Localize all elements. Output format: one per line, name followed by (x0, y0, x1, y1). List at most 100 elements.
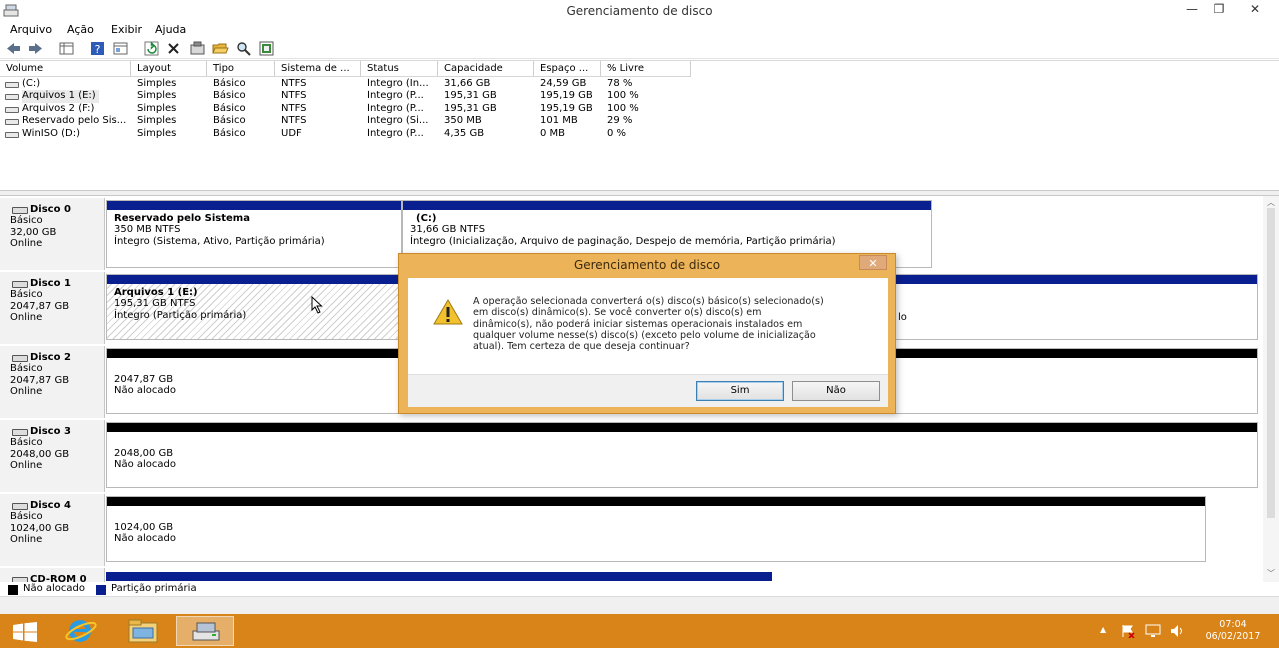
partition-status: Não alocado (114, 459, 177, 471)
action-center-flag-icon[interactable] (1120, 624, 1136, 638)
column-header-livre[interactable]: % Livre (601, 61, 691, 77)
table-row[interactable]: Arquivos 1 (E:) Simples Básico NTFS Ínte… (0, 90, 1279, 103)
disk-info[interactable]: Disco 4 Básico 1024,00 GB Online (0, 494, 105, 566)
settings-icon[interactable] (189, 40, 206, 57)
confirm-dialog: Gerenciamento de disco ✕ A operação sele… (398, 253, 896, 414)
taskbar-disk-management-button[interactable] (176, 616, 234, 646)
menu-arquivo[interactable]: Arquivo (10, 23, 52, 36)
legend-label-unallocated: Não alocado (23, 583, 86, 594)
menu-bar: Arquivo Ação Exibir Ajuda (0, 22, 1279, 38)
legend-swatch-unallocated (8, 585, 18, 595)
column-header-tipo[interactable]: Tipo (207, 61, 275, 77)
disk-info[interactable]: Disco 3 Básico 2048,00 GB Online (0, 420, 105, 492)
open-folder-icon[interactable] (212, 40, 229, 57)
maximize-button[interactable]: ❐ (1210, 2, 1228, 20)
taskbar: ▲ 07:04 06/02/2017 (0, 614, 1279, 648)
partition-cdrom[interactable] (106, 572, 772, 582)
cell-layout: Simples (137, 115, 177, 126)
minimize-button[interactable]: — (1183, 2, 1201, 20)
svg-text:?: ? (95, 43, 101, 56)
close-button[interactable]: ✕ (1236, 2, 1274, 20)
dialog-message-line: dinâmico(s), não poderá iniciar sistemas… (473, 318, 803, 330)
export-icon[interactable] (258, 40, 275, 57)
partition-color-bar (107, 497, 1205, 506)
delete-icon[interactable] (165, 40, 182, 57)
cell-sistema: NTFS (281, 90, 307, 101)
cell-sistema: NTFS (281, 115, 307, 126)
column-header-espaco[interactable]: Espaço ... (534, 61, 601, 77)
disk-management-icon (192, 622, 220, 641)
internet-explorer-icon[interactable] (64, 617, 98, 645)
legend: Não alocado Partição primária (0, 582, 1279, 596)
forward-arrow-icon[interactable] (27, 40, 44, 57)
legend-label-primary: Partição primária (111, 583, 197, 594)
cell-capacidade: 350 MB (444, 115, 482, 126)
tray-overflow-icon[interactable]: ▲ (1100, 625, 1106, 634)
column-header-layout[interactable]: Layout (131, 61, 207, 77)
dialog-close-button[interactable]: ✕ (859, 255, 887, 270)
disk-name: Disco 0 (10, 204, 104, 215)
partition-unallocated[interactable]: 2048,00 GB Não alocado (106, 422, 1258, 488)
no-button[interactable]: Não (792, 381, 880, 401)
network-icon[interactable] (1145, 624, 1163, 638)
file-explorer-icon[interactable] (126, 617, 160, 645)
cell-status: Íntegro (P... (367, 128, 424, 139)
scroll-up-icon[interactable]: ︿ (1267, 197, 1275, 208)
clock[interactable]: 07:04 06/02/2017 (1198, 619, 1268, 643)
partition-color-bar (403, 201, 931, 210)
partition-title: (C:) (416, 213, 437, 224)
partition-unallocated[interactable]: 1024,00 GB Não alocado (106, 496, 1206, 562)
disk-row-cdrom[interactable]: CD-ROM 0 (0, 568, 1262, 582)
disk-info[interactable]: Disco 0 Básico 32,00 GB Online (0, 198, 105, 270)
partition-arquivos-1[interactable]: Arquivos 1 (E:) 195,31 GB NTFS Íntegro (… (106, 274, 402, 340)
cell-volume: Arquivos 1 (E:) (22, 90, 99, 103)
partition-text-fragment: lo (898, 312, 907, 323)
disk-state: Online (10, 385, 43, 397)
table-row[interactable]: WinISO (D:) Simples Básico UDF Íntegro (… (0, 128, 1279, 141)
cell-tipo: Básico (213, 90, 246, 101)
dialog-title: Gerenciamento de disco (573, 258, 721, 272)
column-header-volume[interactable]: Volume (0, 61, 131, 77)
back-arrow-icon[interactable] (5, 40, 22, 57)
scrollbar-thumb[interactable] (1267, 208, 1275, 518)
menu-ajuda[interactable]: Ajuda (155, 23, 186, 36)
toolbar: ? (0, 38, 1279, 59)
disk-info[interactable]: Disco 1 Básico 2047,87 GB Online (0, 272, 105, 344)
partition-status: Íntegro (Partição primária) (114, 309, 247, 321)
cell-capacidade: 195,31 GB (444, 90, 497, 101)
status-bar (0, 596, 1279, 614)
cell-espaco: 101 MB (540, 115, 578, 126)
column-header-status[interactable]: Status (361, 61, 438, 77)
cell-tipo: Básico (213, 128, 246, 139)
partition-size: 2048,00 GB (114, 448, 174, 459)
cell-sistema: UDF (281, 128, 302, 139)
disk-state: Online (10, 311, 43, 323)
volume-icon[interactable] (1170, 624, 1186, 638)
partition-reserved[interactable]: Reservado pelo Sistema 350 MB NTFS Ínteg… (106, 200, 402, 268)
search-icon[interactable] (235, 40, 252, 57)
table-row[interactable]: Reservado pelo Sis... Simples Básico NTF… (0, 115, 1279, 128)
disk-info[interactable]: Disco 2 Básico 2047,87 GB Online (0, 346, 105, 418)
column-header-sistema[interactable]: Sistema de ... (275, 61, 361, 77)
properties-icon[interactable] (112, 40, 129, 57)
column-header-capacidade[interactable]: Capacidade (438, 61, 534, 77)
start-icon[interactable] (12, 622, 38, 642)
partition-color-bar (107, 201, 401, 210)
menu-acao[interactable]: Ação (67, 23, 94, 36)
partition-color-bar (107, 275, 401, 284)
cell-status: Íntegro (P... (367, 90, 424, 101)
menu-exibir[interactable]: Exibir (111, 23, 142, 36)
yes-button[interactable]: Sim (696, 381, 784, 401)
refresh-icon[interactable] (143, 40, 160, 57)
scroll-down-icon[interactable]: ﹀ (1267, 568, 1275, 579)
volume-list: Volume Layout Tipo Sistema de ... Status… (0, 60, 1279, 190)
console-tree-icon[interactable] (58, 40, 75, 57)
disk-row-4[interactable]: Disco 4 Básico 1024,00 GB Online 1024,00… (0, 494, 1262, 566)
cell-status: Íntegro (Si... (367, 115, 429, 126)
dialog-message: A operação selecionada converterá o(s) d… (473, 296, 873, 352)
partition-size: 1024,00 GB (114, 522, 174, 533)
disk-map-scrollbar[interactable]: ︿ ﹀ (1263, 196, 1279, 582)
help-icon[interactable]: ? (89, 40, 106, 57)
disk-info[interactable]: CD-ROM 0 (0, 568, 105, 582)
disk-row-3[interactable]: Disco 3 Básico 2048,00 GB Online 2048,00… (0, 420, 1262, 492)
